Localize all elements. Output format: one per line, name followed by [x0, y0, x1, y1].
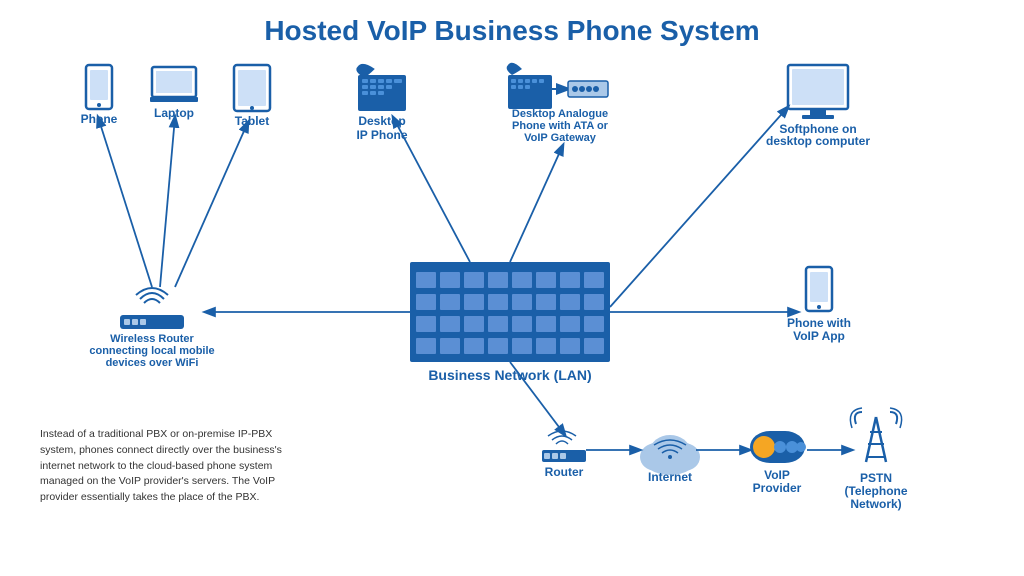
business-network: Business Network (LAN): [410, 262, 610, 383]
wireless-router: Wireless Router connecting local mobile …: [89, 288, 214, 369]
svg-text:Internet: Internet: [648, 470, 692, 484]
bottom-router: Router: [542, 431, 586, 479]
svg-text:Provider: Provider: [753, 481, 802, 495]
tablet-device: Tablet: [234, 65, 270, 128]
description-text: Instead of a traditional PBX or on-premi…: [40, 427, 310, 506]
internet-cloud: Internet: [640, 435, 700, 484]
svg-text:VoIP Gateway: VoIP Gateway: [524, 132, 597, 144]
svg-text:Laptop: Laptop: [154, 106, 194, 120]
svg-text:Router: Router: [545, 465, 584, 479]
svg-text:devices over WiFi: devices over WiFi: [106, 357, 199, 369]
voip-provider: VoIP Provider: [750, 431, 806, 495]
phone-voip-app: Phone with VoIP App: [787, 267, 851, 343]
page: Hosted VoIP Business Phone System Phone …: [0, 0, 1024, 576]
svg-text:PSTN: PSTN: [860, 471, 892, 485]
svg-text:Desktop Analogue: Desktop Analogue: [512, 108, 608, 120]
svg-text:(Telephone: (Telephone: [844, 484, 907, 498]
svg-text:desktop computer: desktop computer: [766, 134, 870, 148]
svg-text:connecting local mobile: connecting local mobile: [89, 345, 214, 357]
phone-device: Phone: [81, 65, 118, 126]
desktop-analogue-phone: Desktop Analogue Phone with ATA or VoIP …: [507, 63, 609, 144]
svg-text:VoIP App: VoIP App: [793, 329, 845, 343]
svg-text:Business Network (LAN): Business Network (LAN): [428, 367, 591, 383]
page-title: Hosted VoIP Business Phone System: [20, 10, 1004, 47]
svg-text:Tablet: Tablet: [235, 114, 269, 128]
softphone-desktop: Softphone on desktop computer: [766, 65, 870, 148]
svg-text:VoIP: VoIP: [764, 468, 790, 482]
svg-text:Phone with ATA or: Phone with ATA or: [512, 120, 609, 132]
svg-text:Phone with: Phone with: [787, 316, 851, 330]
pstn-tower: PSTN (Telephone Network): [844, 408, 907, 511]
laptop-device: Laptop: [150, 67, 198, 120]
svg-text:Network): Network): [850, 497, 901, 511]
svg-text:Wireless Router: Wireless Router: [110, 333, 194, 345]
diagram: Phone Laptop Tablet: [20, 57, 1004, 547]
